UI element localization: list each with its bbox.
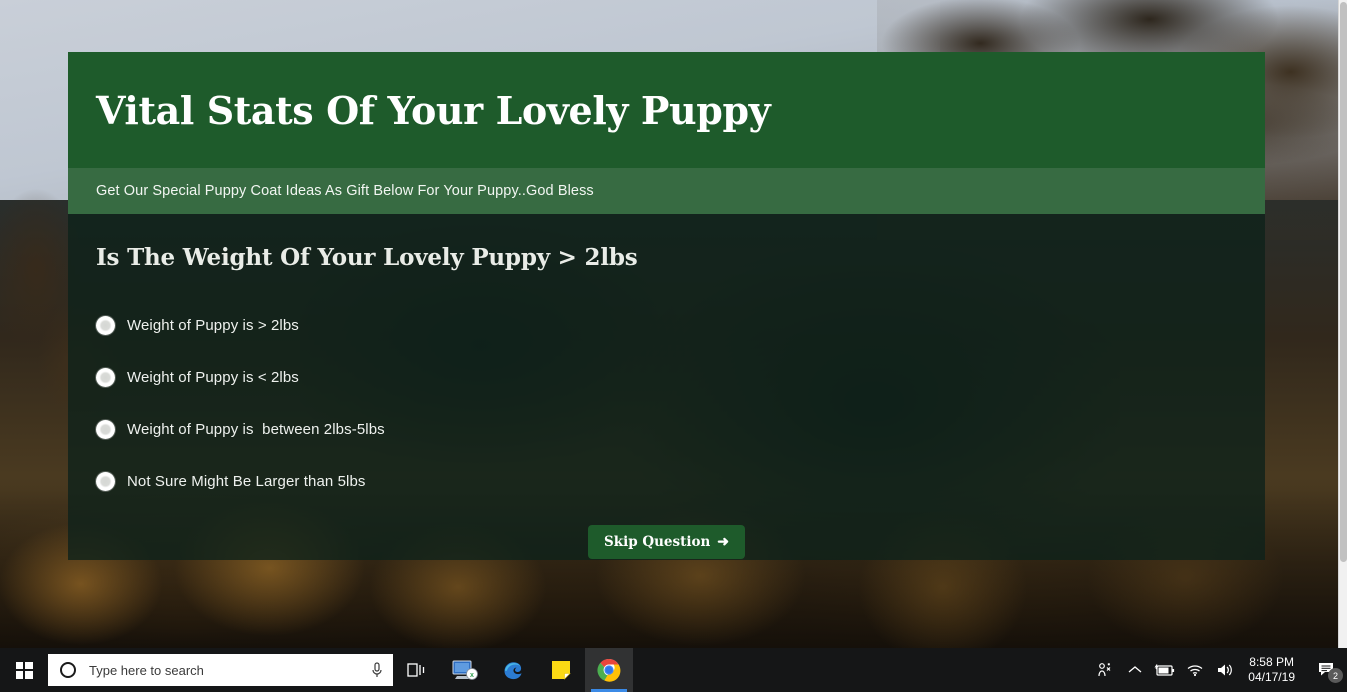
quiz-header: Vital Stats Of Your Lovely Puppy (68, 52, 1265, 168)
taskbar-clock[interactable]: 8:58 PM 04/17/19 (1240, 655, 1307, 685)
quiz-subtitle: Get Our Special Puppy Coat Ideas As Gift… (96, 183, 594, 199)
quiz-subtitle-bar: Get Our Special Puppy Coat Ideas As Gift… (68, 168, 1265, 214)
radio-button-icon[interactable] (96, 315, 115, 335)
radio-button-icon[interactable] (96, 367, 115, 387)
task-view-icon[interactable] (393, 648, 441, 692)
answer-option-label: Weight of Puppy is between 2lbs-5lbs (127, 420, 385, 438)
page-title: Vital Stats Of Your Lovely Puppy (96, 87, 771, 133)
quiz-body: Is The Weight Of Your Lovely Puppy > 2lb… (68, 214, 1265, 560)
browser-scrollbar[interactable] (1338, 0, 1347, 648)
microphone-icon[interactable] (369, 661, 385, 679)
quiz-card: Vital Stats Of Your Lovely Puppy Get Our… (68, 52, 1265, 560)
answer-option-3[interactable]: Weight of Puppy is between 2lbs-5lbs (96, 403, 1237, 455)
clock-time: 8:58 PM (1249, 655, 1294, 669)
skip-button-label: Skip Question (603, 534, 711, 550)
system-tray: 8:58 PM 04/17/19 2 (1090, 648, 1347, 692)
windows-logo-icon (15, 661, 33, 679)
chrome-browser-icon[interactable] (585, 648, 633, 692)
answer-option-1[interactable]: Weight of Puppy is > 2lbs (96, 299, 1237, 351)
cortana-circle-icon (60, 662, 76, 678)
arrow-right-icon: ➜ (717, 534, 730, 550)
volume-icon[interactable] (1210, 648, 1240, 692)
answer-option-label: Weight of Puppy is < 2lbs (127, 368, 299, 386)
battery-charging-icon[interactable] (1150, 648, 1180, 692)
answer-option-label: Not Sure Might Be Larger than 5lbs (127, 472, 366, 490)
notification-count-badge: 2 (1328, 668, 1343, 683)
remote-desktop-icon[interactable]: x (441, 648, 489, 692)
wifi-icon[interactable] (1180, 648, 1210, 692)
clock-date: 04/17/19 (1248, 670, 1295, 684)
radio-button-icon[interactable] (96, 419, 115, 439)
skip-question-button[interactable]: Skip Question ➜ (587, 525, 746, 559)
answer-option-4[interactable]: Not Sure Might Be Larger than 5lbs (96, 455, 1237, 507)
search-placeholder-text: Type here to search (89, 662, 204, 678)
show-hidden-icons-chevron[interactable] (1120, 648, 1150, 692)
search-input[interactable]: Type here to search (48, 654, 393, 686)
skip-button-container: Skip Question ➜ (96, 525, 1237, 559)
windows-taskbar: Type here to search x 8:58 PM 04/17/19 2 (0, 648, 1347, 692)
answer-options-group: Weight of Puppy is > 2lbs Weight of Pupp… (96, 299, 1237, 507)
action-center-button[interactable]: 2 (1307, 648, 1347, 692)
svg-text:x: x (470, 672, 474, 679)
scrollbar-thumb[interactable] (1340, 2, 1347, 562)
answer-option-label: Weight of Puppy is > 2lbs (127, 316, 299, 334)
meet-now-icon[interactable] (1090, 648, 1120, 692)
sticky-notes-icon[interactable] (537, 648, 585, 692)
edge-browser-icon[interactable] (489, 648, 537, 692)
question-title: Is The Weight Of Your Lovely Puppy > 2lb… (96, 244, 638, 271)
start-button[interactable] (0, 648, 48, 692)
answer-option-2[interactable]: Weight of Puppy is < 2lbs (96, 351, 1237, 403)
radio-button-icon[interactable] (96, 471, 115, 491)
